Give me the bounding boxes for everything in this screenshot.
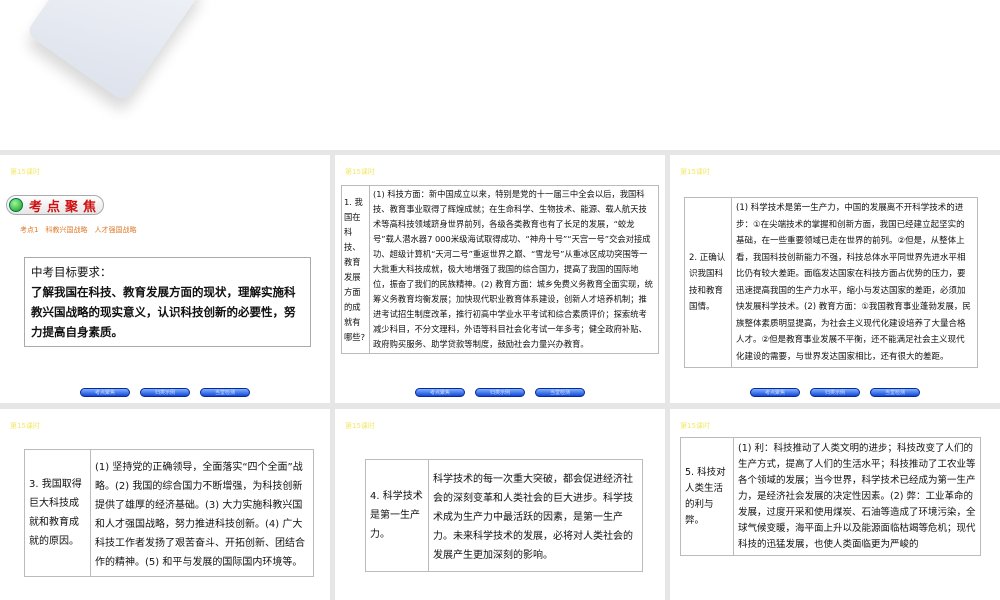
answer-cell: (1) 科学技术是第一生产力，中国的发展离不开科学技术的进步：①在尖端技术的掌握… bbox=[731, 197, 978, 368]
slide-4[interactable]: 第15课时 3. 我国取得巨大科技成就和教育成就的原因。 (1) 坚持党的正确领… bbox=[0, 409, 330, 600]
lesson-label: 第15课时 bbox=[680, 168, 710, 176]
lesson-label: 第15课时 bbox=[10, 422, 40, 430]
nav-button-2[interactable]: 归类示例 bbox=[810, 388, 860, 397]
lesson-label: 第15课时 bbox=[680, 422, 710, 430]
answer-cell: (1) 坚持党的正确领导，全面落实“四个全面”战略。(2) 我国的综合国力不断增… bbox=[90, 449, 314, 577]
lesson-label: 第15课时 bbox=[345, 422, 375, 430]
question-cell: 4. 科学技术是第一生产力。 bbox=[365, 459, 429, 572]
question-cell: 1. 我国在科技、教育发展方面的成就有哪些? bbox=[341, 185, 370, 354]
nav-button-3[interactable]: 当堂检测 bbox=[200, 388, 250, 397]
lesson-label: 第15课时 bbox=[345, 168, 375, 176]
logo-card bbox=[25, 0, 205, 102]
slide-3[interactable]: 第15课时 2. 正确认识我国科技和教育国情。 (1) 科学技术是第一生产力，中… bbox=[670, 155, 1000, 403]
goal-box: 中考目标要求： 了解我国在科技、教育发展方面的现状，理解实施科教兴国战略的现实意… bbox=[24, 257, 311, 347]
decor-card bbox=[0, 0, 18, 20]
slide-1[interactable]: 第15课时 考点聚焦 考点1 科教兴国战略 人才强国战略 中考目标要求： 了解我… bbox=[0, 155, 330, 403]
green-dot-icon bbox=[9, 198, 23, 212]
nav-button-3[interactable]: 当堂检测 bbox=[535, 388, 585, 397]
nav-button-1[interactable]: 考点聚焦 bbox=[415, 388, 465, 397]
section-badge: 考点聚焦 bbox=[6, 195, 104, 215]
slide-5[interactable]: 第15课时 4. 科学技术是第一生产力。 科学技术的每一次重大突破，都会促进经济… bbox=[335, 409, 665, 600]
nav-button-1[interactable]: 考点聚焦 bbox=[80, 388, 130, 397]
answer-cell: 科学技术的每一次重大突破，都会促进经济社会的深刻变革和人类社会的巨大进步。科学技… bbox=[428, 459, 643, 572]
goal-title: 中考目标要求： bbox=[31, 265, 112, 279]
lesson-label: 第15课时 bbox=[10, 168, 40, 176]
title-banner bbox=[0, 0, 1000, 150]
question-cell: 3. 我国取得巨大科技成就和教育成就的原因。 bbox=[24, 449, 91, 577]
answer-cell: (1) 利：科技推动了人类文明的进步；科技改变了人们的生产方式，提高了人们的生活… bbox=[733, 437, 981, 556]
nav-button-3[interactable]: 当堂检测 bbox=[870, 388, 920, 397]
goal-text: 了解我国在科技、教育发展方面的现状，理解实施科教兴国战略的现实意义，认识科技创新… bbox=[31, 285, 296, 339]
subtitle: 考点1 科教兴国战略 人才强国战略 bbox=[20, 226, 137, 234]
nav-button-2[interactable]: 归类示例 bbox=[475, 388, 525, 397]
badge-text: 考点聚焦 bbox=[29, 199, 102, 215]
nav-button-1[interactable]: 考点聚焦 bbox=[750, 388, 800, 397]
question-cell: 2. 正确认识我国科技和教育国情。 bbox=[684, 197, 732, 368]
answer-cell: (1) 科技方面：新中国成立以来，特别是党的十一届三中全会以后，我国科技、教育事… bbox=[369, 185, 659, 354]
slide-6[interactable]: 第15课时 5. 科技对人类生活的利与弊。 (1) 利：科技推动了人类文明的进步… bbox=[670, 409, 1000, 600]
slide-2[interactable]: 第15课时 1. 我国在科技、教育发展方面的成就有哪些? (1) 科技方面：新中… bbox=[335, 155, 665, 403]
nav-button-2[interactable]: 归类示例 bbox=[140, 388, 190, 397]
question-cell: 5. 科技对人类生活的利与弊。 bbox=[680, 437, 734, 556]
